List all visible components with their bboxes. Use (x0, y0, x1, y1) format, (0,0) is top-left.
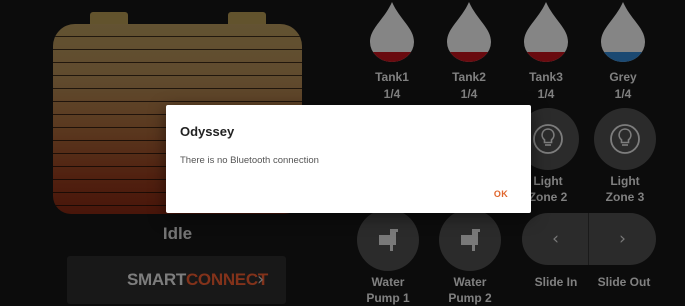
dialog-title: Odyssey (180, 124, 235, 139)
dialog-message: There is no Bluetooth connection (180, 155, 319, 166)
alert-dialog: Odyssey There is no Bluetooth connection… (166, 105, 531, 213)
ok-button[interactable]: OK (494, 189, 508, 199)
